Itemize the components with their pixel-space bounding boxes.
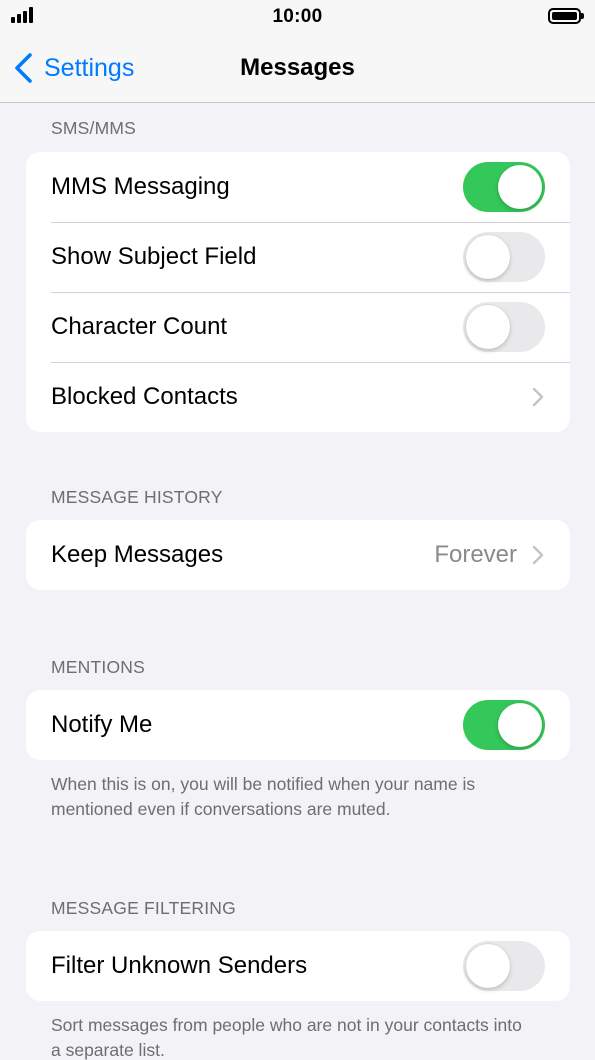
mentions-footer: When this is on, you will be notified wh…	[51, 774, 476, 819]
row-label: Show Subject Field	[51, 243, 257, 270]
row-label: Filter Unknown Senders	[51, 952, 308, 979]
row-label: Notify Me	[51, 711, 153, 738]
row-notify-me: Notify Me	[26, 690, 570, 760]
toggle-knob	[498, 703, 542, 747]
filter-unknown-senders-toggle[interactable]	[463, 941, 545, 991]
section-header-message-filtering: MESSAGE FILTERING	[51, 898, 236, 918]
chevron-right-icon	[532, 387, 544, 407]
row-filter-unknown-senders: Filter Unknown Senders	[26, 931, 570, 1001]
row-show-subject-field: Show Subject Field	[26, 222, 570, 292]
battery-icon	[548, 8, 584, 24]
status-time: 10:00	[272, 6, 323, 27]
group-mentions: Notify Me	[26, 690, 570, 760]
row-blocked-contacts[interactable]: Blocked Contacts	[26, 362, 570, 432]
row-keep-messages[interactable]: Keep Messages Forever	[26, 520, 570, 590]
row-label: Character Count	[51, 313, 228, 340]
mms-messaging-toggle[interactable]	[463, 162, 545, 212]
section-header-message-history: MESSAGE HISTORY	[51, 487, 223, 507]
group-sms-mms: MMS Messaging Show Subject Field Charact…	[26, 152, 570, 432]
character-count-toggle[interactable]	[463, 302, 545, 352]
page-title: Messages	[240, 54, 355, 81]
toggle-knob	[498, 165, 542, 209]
status-bar: 10:00	[0, 0, 595, 34]
row-label: Keep Messages	[51, 541, 224, 568]
chevron-right-icon	[532, 545, 544, 565]
show-subject-field-toggle[interactable]	[463, 232, 545, 282]
row-value: Forever	[434, 541, 517, 568]
toggle-knob	[466, 305, 510, 349]
filtering-footer: Sort messages from people who are not in…	[51, 1015, 522, 1060]
group-message-history: Keep Messages Forever	[26, 520, 570, 590]
notify-me-toggle[interactable]	[463, 700, 545, 750]
toggle-knob	[466, 235, 510, 279]
row-label: Blocked Contacts	[51, 383, 238, 410]
row-label: MMS Messaging	[51, 173, 230, 200]
row-mms-messaging: MMS Messaging	[26, 152, 570, 222]
navigation-bar: Settings Messages	[0, 34, 595, 103]
toggle-knob	[466, 944, 510, 988]
section-header-mentions: MENTIONS	[51, 657, 145, 677]
group-message-filtering: Filter Unknown Senders	[26, 931, 570, 1001]
row-character-count: Character Count	[26, 292, 570, 362]
section-header-sms-mms: SMS/MMS	[51, 118, 137, 138]
